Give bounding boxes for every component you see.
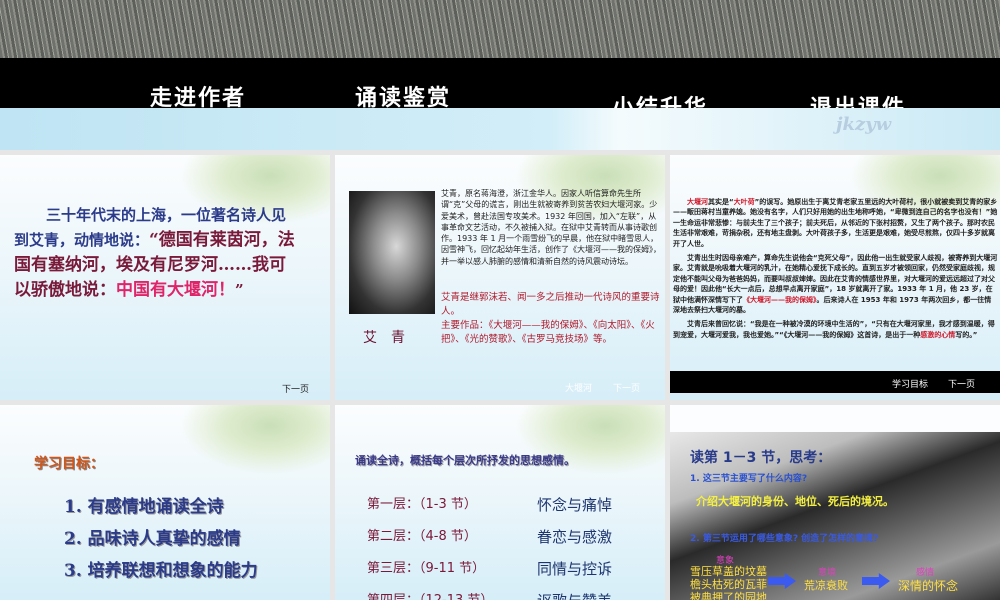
layer-emotion: 眷恋与感激 xyxy=(537,528,613,546)
watermark-logo: jkzyw xyxy=(836,114,892,135)
quote-end: ” xyxy=(235,281,244,299)
layer-label: 第一层：（1-3 节） xyxy=(367,497,477,512)
layer-row: 第一层：（1-3 节） 怀念与痛悼 xyxy=(367,489,657,521)
author-works: 主要作品：《大堰河——我的保姆》、《向太阳》、《火把》、《光的赞歌》、《古罗马竞… xyxy=(441,320,655,345)
next-page-link[interactable]: 下一页 xyxy=(613,381,640,394)
dayanhe-highlight: 大堰河 xyxy=(687,198,708,206)
author-status: 艾青是继郭沫若、闻一多之后推动一代诗风的重要诗人。 xyxy=(441,292,660,317)
author-name: 艾 青 xyxy=(363,330,405,346)
slide-learning-goals: 学习目标： 1. 有感情地诵读全诗 2. 品味诗人真挚的感情 3. 培养联想和想… xyxy=(0,405,330,600)
imagery-item: 檐头枯死的瓦菲 xyxy=(690,578,767,591)
textured-banner-image xyxy=(0,0,1000,58)
imagery-item: 雪压草盖的坟墓 xyxy=(690,565,767,578)
question-2: 2. 第三节运用了哪些意象? 创造了怎样的意境? xyxy=(690,534,879,544)
mood-item: 荒凉衰败 xyxy=(804,579,848,592)
gratitude-highlight: 感激的心情 xyxy=(920,330,956,339)
layer-row: 第三层：（9-11 节） 同情与控诉 xyxy=(367,553,657,585)
story-p3b: 写的。” xyxy=(955,330,978,339)
question-1: 1. 这三节主要写了什么内容? xyxy=(690,474,808,484)
answer-1: 介绍大堰河的身份、地位、死后的境况。 xyxy=(696,495,894,508)
dayehe-highlight: 大叶荷 xyxy=(733,198,755,206)
goals-title: 学习目标： xyxy=(34,456,104,472)
layer-emotion: 讴歌与赞美 xyxy=(537,585,612,600)
quote-highlight: 中国有大堰河！ xyxy=(116,280,235,300)
slide-intro-quote: 三十年代末的上海，一位著名诗人见到艾青，动情地说：“德国有莱茵河，法国有塞纳河，… xyxy=(0,155,330,400)
emotion-item: 深情的怀念 xyxy=(898,579,959,593)
goal-item: 3. 培养联想和想象的能力 xyxy=(64,561,258,581)
dayanhe-link[interactable]: 大堰河 xyxy=(565,381,592,394)
layer-label: 第四层：（12-13 节） xyxy=(367,585,537,600)
story-p1a: 其实是“ xyxy=(708,198,734,206)
intro-paragraph: 三十年代末的上海，一位著名诗人见到艾青，动情地说：“德国有莱茵河，法国有塞纳河，… xyxy=(14,203,299,303)
instruction-text: 诵读全诗，概括每个层次所抒发的思想感情。 xyxy=(355,454,575,467)
goals-list: 1. 有感情地诵读全诗 2. 品味诗人真挚的感情 3. 培养联想和想象的能力 xyxy=(64,491,258,587)
layer-row: 第四层：（12-13 节）讴歌与赞美 xyxy=(367,585,657,600)
next-page-link[interactable]: 下一页 xyxy=(948,377,975,390)
layer-label: 第二层：（4-8 节） xyxy=(367,529,477,544)
goal-item: 2. 品味诗人真挚的感情 xyxy=(64,529,241,549)
layer-emotion: 怀念与痛悼 xyxy=(537,496,613,514)
next-page-link[interactable]: 下一页 xyxy=(282,382,309,395)
author-highlight: 艾青是继郭沫若、闻一多之后推动一代诗风的重要诗人。 主要作品：《大堰河——我的保… xyxy=(441,291,663,347)
author-bio-text: 艾青，原名蒋海澄，浙江金华人。因家人听信算命先生所谓“克”父母的谎言，刚出生就被… xyxy=(441,189,661,266)
slide-footer-bar: 学习目标 下一页 xyxy=(670,371,1000,393)
slide-poem-layers: 诵读全诗，概括每个层次所抒发的思想感情。 第一层：（1-3 节） 怀念与痛悼 第二… xyxy=(335,405,665,600)
learning-goals-link[interactable]: 学习目标 xyxy=(892,377,928,390)
goal-item: 1. 有感情地诵读全诗 xyxy=(64,497,224,517)
author-photo xyxy=(349,191,435,314)
imagery-list: 雪压草盖的坟墓 檐头枯死的瓦菲 被典押了的园地 xyxy=(690,565,767,600)
poem-title-highlight: 《大堰河——我的保姆》 xyxy=(743,295,817,304)
layers-list: 第一层：（1-3 节） 怀念与痛悼 第二层：（4-8 节） 眷恋与感激 第三层：（9… xyxy=(367,489,657,600)
layer-label: 第三层：（9-11 节） xyxy=(367,561,486,576)
layer-row: 第二层：（4-8 节） 眷恋与感激 xyxy=(367,521,657,553)
slide-author-bio: 艾 青 艾青，原名蒋海澄，浙江金华人。因家人听信算命先生所谓“克”父母的谎言，刚… xyxy=(335,155,665,400)
sky-strip: jkzyw xyxy=(0,108,1000,150)
layer-emotion: 同情与控诉 xyxy=(537,560,613,578)
flower-decoration xyxy=(180,405,330,475)
imagery-item: 被典押了的园地 xyxy=(690,591,767,600)
header-slide: 走进作者 诵读鉴赏 小结升华 退出课件 jkzyw xyxy=(0,0,1000,150)
story-text: 大堰河其实是“大叶荷”的误写。她原出生于离艾青老家五里远的大叶荷村，很小就被卖到… xyxy=(673,197,998,340)
question-title: 读第 1－3 节，思考： xyxy=(690,450,832,466)
nav-bar: 走进作者 诵读鉴赏 小结升华 退出课件 xyxy=(0,58,1000,121)
slide-stanza-questions: 读第 1－3 节，思考： 1. 这三节主要写了什么内容? 介绍大堰河的身份、地位… xyxy=(670,405,1000,600)
slide-dayanhe-story: 大堰河其实是“大叶荷”的误写。她原出生于离艾青老家五里远的大叶荷村，很小就被卖到… xyxy=(670,155,1000,400)
